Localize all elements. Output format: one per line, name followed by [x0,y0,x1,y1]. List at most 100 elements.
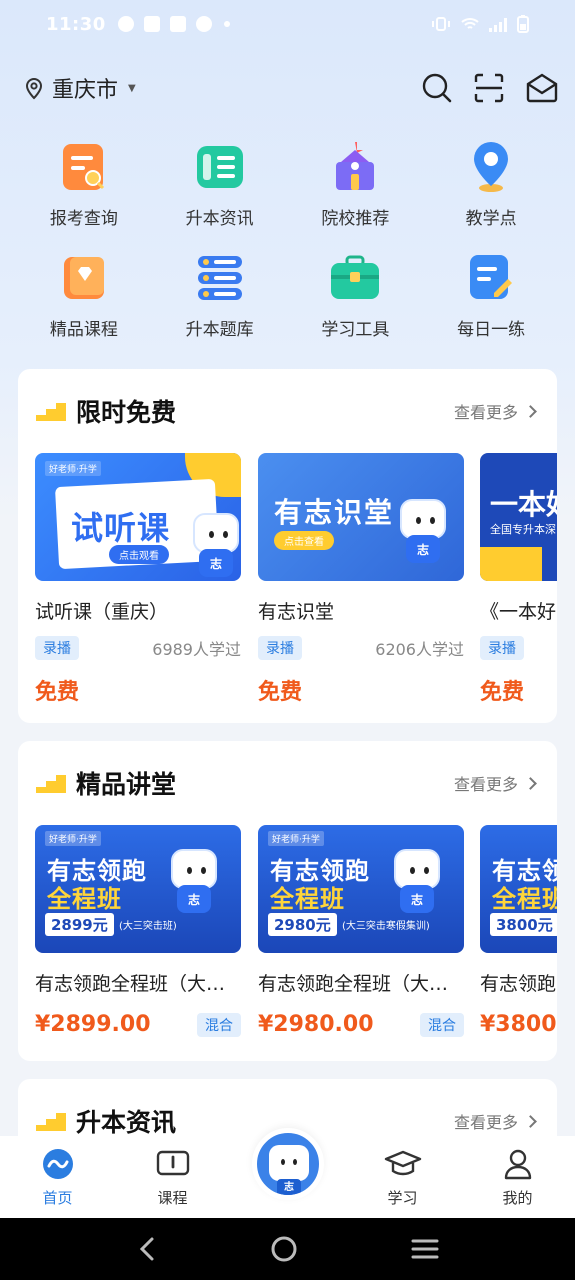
more-notifications-dot-icon [223,21,230,27]
signal-icon [489,16,507,32]
home-icon [42,1149,73,1179]
course-card[interactable]: 好老师·升学 有志领跑 全程班 2980元 (大三突击寒假集训) 志 有志领跑全… [258,825,464,1037]
thumbnail-button: 点击观看 [109,545,169,564]
course-thumbnail: 好老师·升学 有志领跑 全程班 2980元 (大三突击寒假集训) 志 [258,825,464,953]
graduation-cap-icon [384,1150,421,1176]
message-icon[interactable] [525,72,559,104]
grid-item-label: 每日一练 [457,320,526,340]
thumbnail-line-2: 全程班 [270,885,345,913]
status-time: 11:30 [46,13,106,35]
toolbox-icon [328,251,382,305]
course-card[interactable]: 好老师·升学 有志领跑 全程班 2899元 (大三突击班) 志 有志领跑全程班（… [35,825,241,1037]
see-more-link[interactable]: 查看更多 [454,399,537,423]
question-bank-icon [193,251,247,305]
location-pin-icon [25,78,43,100]
grid-item-toolbox[interactable]: 学习工具 [288,251,424,340]
caret-down-icon: ▼ [128,82,136,94]
thumbnail-title: 一本好 [490,488,557,521]
section-header: 精品讲堂 查看更多 [18,741,557,825]
brand-logo: 好老师·升学 [268,831,324,846]
grid-item-exam-query[interactable]: 报考查询 [16,140,152,229]
course-price: 免费 [258,680,303,705]
thumbnail-price: 2980元 [268,913,337,936]
premium-course-icon [57,251,111,305]
grid-item-label: 报考查询 [49,209,118,229]
grid-item-label: 升本题库 [185,320,254,340]
quick-access-grid: 报考查询 升本资讯 院校推荐 教学点 精品课程 升本题库 学习工具 每日一练 [16,140,559,340]
grid-item-news[interactable]: 升本资讯 [152,140,288,229]
thumbnail-price: 2899元 [45,913,114,936]
help-notification-icon [117,16,134,32]
see-more-link[interactable]: 查看更多 [454,771,537,795]
grid-item-label: 精品课程 [49,320,118,340]
mascot-icon: 志 [185,513,241,579]
section-title: 精品讲堂 [76,770,177,799]
top-header: 重庆市 ▼ [24,66,559,110]
back-icon[interactable] [137,1236,157,1262]
course-card[interactable]: 有志领 全程班 3800元 有志领跑 ¥3800.0 [480,825,557,1037]
mascot-icon: 志 [386,849,444,915]
course-type-tag: 混合 [420,1012,464,1037]
course-thumbnail: 好老师·升学 试听课 点击观看 志 [35,453,241,581]
course-price: 免费 [35,680,80,705]
city-name: 重庆市 [52,78,119,103]
home-circle-icon[interactable] [270,1235,298,1263]
daily-practice-icon [464,251,518,305]
system-navigation-bar [0,1218,575,1280]
course-name: 有志识堂 [258,601,335,623]
scan-icon[interactable] [473,72,505,104]
premium-course-carousel[interactable]: 好老师·升学 有志领跑 全程班 2899元 (大三突击班) 志 有志领跑全程班（… [18,825,557,1055]
course-price: ¥2980.00 [258,1012,374,1037]
tab-home[interactable]: 首页 [0,1147,115,1208]
course-card[interactable]: 有志识堂 点击查看 志 有志识堂 录播 6206人学过 免费 [258,453,464,706]
course-thumbnail: 一本好 全国专升本深 [480,453,557,581]
thumbnail-note: (大三突击寒假集训) [342,921,430,932]
tab-label: 我的 [502,1189,533,1207]
stairs-icon [36,1113,66,1131]
tab-profile[interactable]: 我的 [460,1147,575,1208]
learner-count: 6206人学过 [375,640,464,659]
mascot-icon [269,1145,309,1181]
tab-study[interactable]: 学习 [345,1147,460,1208]
mascot-badge: 志 [277,1179,301,1195]
mail-notification-icon-2 [169,16,186,32]
course-name: 有志领跑全程班（大… [35,973,226,995]
city-selector[interactable]: 重庆市 ▼ [24,72,136,104]
brand-logo: 好老师·升学 [45,461,101,476]
search-icon[interactable] [421,72,453,104]
stairs-icon [36,775,66,793]
grid-item-question-bank[interactable]: 升本题库 [152,251,288,340]
grid-item-premium-course[interactable]: 精品课程 [16,251,152,340]
grid-item-daily-practice[interactable]: 每日一练 [423,251,559,340]
course-price: ¥3800.0 [480,1012,557,1037]
thumbnail-price: 3800元 [490,913,557,936]
grid-item-label: 升本资讯 [185,209,254,229]
course-name: 《一本好 [480,601,557,623]
course-name: 有志领跑 [480,973,557,995]
thumbnail-subtitle: 全国专升本深 [490,523,556,536]
course-price: ¥2899.00 [35,1012,151,1037]
course-card[interactable]: 一本好 全国专升本深 《一本好 录播 免费 [480,453,557,706]
recents-icon[interactable] [411,1238,439,1260]
see-more-link[interactable]: 查看更多 [454,1109,537,1133]
course-type-tag: 录播 [35,636,79,660]
course-type-tag: 混合 [197,1012,241,1037]
thumbnail-line-2: 全程班 [47,885,122,913]
stairs-icon [36,403,66,421]
course-card[interactable]: 好老师·升学 试听课 点击观看 志 试听课（重庆） 录播 6989人学过 免费 [35,453,241,706]
shield-notification-icon [195,16,212,32]
course-thumbnail: 有志领 全程班 3800元 [480,825,557,953]
grid-item-teaching-point[interactable]: 教学点 [423,140,559,229]
tab-course[interactable]: 课程 [115,1147,230,1208]
system-icons [431,15,529,33]
course-type-tag: 录播 [258,636,302,660]
free-course-carousel[interactable]: 好老师·升学 试听课 点击观看 志 试听课（重庆） 录播 6989人学过 免费 有… [18,453,557,723]
thumbnail-title: 试听课 [71,509,171,547]
mascot-center-button[interactable]: 志 [252,1128,324,1200]
grid-item-label: 教学点 [465,209,517,229]
course-name: 有志领跑全程班（大… [258,973,449,995]
thumbnail-note: (大三突击班) [119,921,177,932]
grid-item-school[interactable]: 院校推荐 [288,140,424,229]
grid-item-label: 院校推荐 [321,209,390,229]
tab-label: 课程 [157,1189,188,1207]
